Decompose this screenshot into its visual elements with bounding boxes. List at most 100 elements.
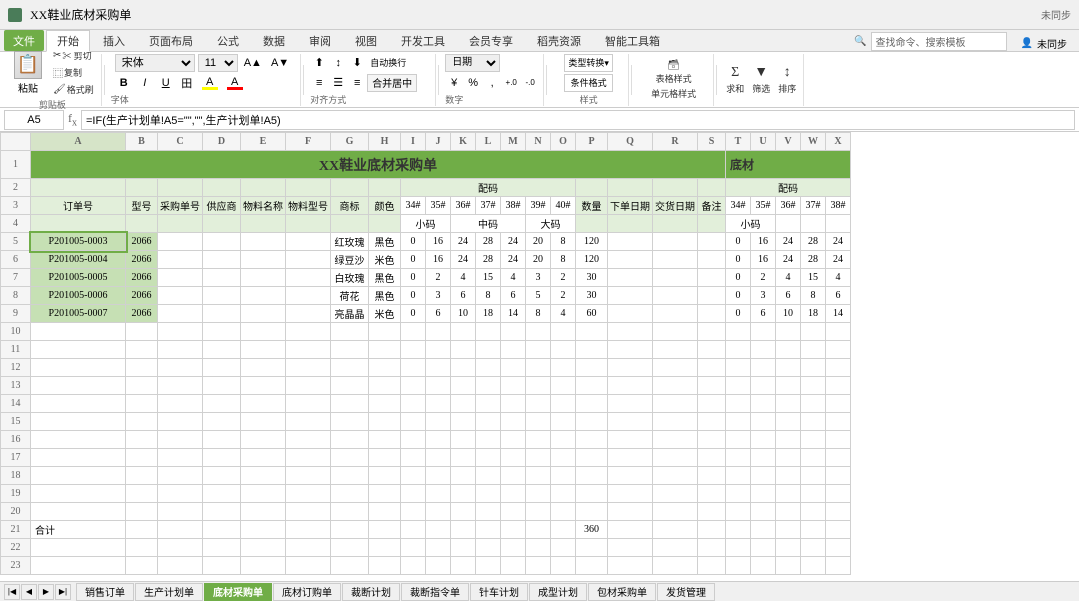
- cell-8-k[interactable]: 6: [451, 287, 476, 305]
- cell-2-f[interactable]: [286, 179, 331, 197]
- tab-view[interactable]: 视图: [344, 30, 388, 51]
- merge-center-button[interactable]: 合并居中: [367, 74, 417, 92]
- cell-2-h[interactable]: [369, 179, 401, 197]
- cell-4-g[interactable]: [331, 215, 369, 233]
- wrap-button[interactable]: 自动换行: [367, 54, 409, 72]
- tab-dev[interactable]: 开发工具: [390, 30, 456, 51]
- cell-2-e[interactable]: [241, 179, 286, 197]
- cell-8-f[interactable]: [286, 287, 331, 305]
- sum-button[interactable]: Σ 求和: [723, 64, 747, 96]
- cell-2-g[interactable]: [331, 179, 369, 197]
- cell-4-v[interactable]: [776, 215, 801, 233]
- currency-button[interactable]: ¥: [445, 74, 463, 92]
- increase-decimal-button[interactable]: +.0: [502, 74, 520, 92]
- cell-4-r[interactable]: [653, 215, 698, 233]
- sheet-tab-production[interactable]: 生产计划单: [135, 583, 203, 601]
- cell-5-h[interactable]: 黑色: [369, 233, 401, 251]
- cell-9-u[interactable]: 6: [751, 305, 776, 323]
- cell-7-w[interactable]: 15: [801, 269, 826, 287]
- font-size-select[interactable]: 11: [198, 54, 238, 72]
- sheet-tab-delivery[interactable]: 发货管理: [657, 583, 715, 601]
- cell-8-s[interactable]: [698, 287, 726, 305]
- cell-9-x[interactable]: 14: [826, 305, 851, 323]
- cell-6-w[interactable]: 28: [801, 251, 826, 269]
- cell-5-s[interactable]: [698, 233, 726, 251]
- cell-5-m[interactable]: 24: [501, 233, 526, 251]
- hdr-s38[interactable]: 38#: [501, 197, 526, 215]
- hdr-note[interactable]: 备注: [698, 197, 726, 215]
- cell-8-q[interactable]: [608, 287, 653, 305]
- cell-6-k[interactable]: 24: [451, 251, 476, 269]
- cell-5-q[interactable]: [608, 233, 653, 251]
- hdr-material[interactable]: 物料名称: [241, 197, 286, 215]
- hdr-delivery[interactable]: 交货日期: [653, 197, 698, 215]
- border-button[interactable]: 田: [178, 74, 196, 92]
- cell-9-c[interactable]: [158, 305, 203, 323]
- cell-8-h[interactable]: 黑色: [369, 287, 401, 305]
- col-g-header[interactable]: G: [331, 133, 369, 151]
- col-k-header[interactable]: K: [451, 133, 476, 151]
- cell-4-c[interactable]: [158, 215, 203, 233]
- total-label[interactable]: 合计: [31, 521, 126, 539]
- cell-4-a[interactable]: [31, 215, 126, 233]
- cell-5-f[interactable]: [286, 233, 331, 251]
- increase-font-button[interactable]: A▲: [241, 54, 265, 72]
- cell-6-q[interactable]: [608, 251, 653, 269]
- cell-4-x[interactable]: [826, 215, 851, 233]
- hdr-s37[interactable]: 37#: [476, 197, 501, 215]
- hdr-order[interactable]: 订单号: [31, 197, 126, 215]
- cell-2-b[interactable]: [126, 179, 158, 197]
- cell-7-n[interactable]: 3: [526, 269, 551, 287]
- cell-9-k[interactable]: 10: [451, 305, 476, 323]
- tab-page-layout[interactable]: 页面布局: [138, 30, 204, 51]
- sheet-tab-packing-purchase[interactable]: 包材采购单: [588, 583, 656, 601]
- hdr-r36[interactable]: 36#: [776, 197, 801, 215]
- tab-formula[interactable]: 公式: [206, 30, 250, 51]
- sheet-nav-prev[interactable]: ◀: [21, 584, 37, 600]
- cell-8-j[interactable]: 3: [426, 287, 451, 305]
- align-right-button[interactable]: ≡: [348, 74, 366, 92]
- cell-8-x[interactable]: 6: [826, 287, 851, 305]
- italic-button[interactable]: I: [136, 74, 154, 92]
- cell-8-o[interactable]: 2: [551, 287, 576, 305]
- cell-6-g[interactable]: 绿豆沙: [331, 251, 369, 269]
- hdr-s35[interactable]: 35#: [426, 197, 451, 215]
- col-u-header[interactable]: U: [751, 133, 776, 151]
- number-format-select[interactable]: 日期: [445, 54, 500, 72]
- underline-button[interactable]: U: [157, 74, 175, 92]
- cell-6-j[interactable]: 16: [426, 251, 451, 269]
- cell-7-l[interactable]: 15: [476, 269, 501, 287]
- cell-9-a[interactable]: P201005-0007: [31, 305, 126, 323]
- main-title-cell[interactable]: XX鞋业底材采购单: [31, 151, 726, 179]
- cell-6-e[interactable]: [241, 251, 286, 269]
- hdr-qty[interactable]: 数量: [576, 197, 608, 215]
- cell-5-i[interactable]: 0: [401, 233, 426, 251]
- sheet-tab-forming-plan[interactable]: 成型计划: [529, 583, 587, 601]
- cell-5-w[interactable]: 28: [801, 233, 826, 251]
- cell-2-q[interactable]: [608, 179, 653, 197]
- hdr-r37[interactable]: 37#: [801, 197, 826, 215]
- xiaoma-right[interactable]: 小码: [726, 215, 776, 233]
- hdr-material-type[interactable]: 物料型号: [286, 197, 331, 215]
- cell-6-m[interactable]: 24: [501, 251, 526, 269]
- col-f-header[interactable]: F: [286, 133, 331, 151]
- cell-8-i[interactable]: 0: [401, 287, 426, 305]
- cell-7-d[interactable]: [203, 269, 241, 287]
- hdr-supplier[interactable]: 供应商: [203, 197, 241, 215]
- cell-7-o[interactable]: 2: [551, 269, 576, 287]
- hdr-brand[interactable]: 商标: [331, 197, 369, 215]
- cell-8-d[interactable]: [203, 287, 241, 305]
- cell-5-r[interactable]: [653, 233, 698, 251]
- cell-9-q[interactable]: [608, 305, 653, 323]
- cell-9-t[interactable]: 0: [726, 305, 751, 323]
- hdr-s36[interactable]: 36#: [451, 197, 476, 215]
- tab-shell[interactable]: 稻壳资源: [526, 30, 592, 51]
- cell-5-n[interactable]: 20: [526, 233, 551, 251]
- hdr-r34[interactable]: 34#: [726, 197, 751, 215]
- cell-2-a[interactable]: [31, 179, 126, 197]
- cell-7-t[interactable]: 0: [726, 269, 751, 287]
- cell-8-u[interactable]: 3: [751, 287, 776, 305]
- col-m-header[interactable]: M: [501, 133, 526, 151]
- cell-8-m[interactable]: 6: [501, 287, 526, 305]
- cell-4-w[interactable]: [801, 215, 826, 233]
